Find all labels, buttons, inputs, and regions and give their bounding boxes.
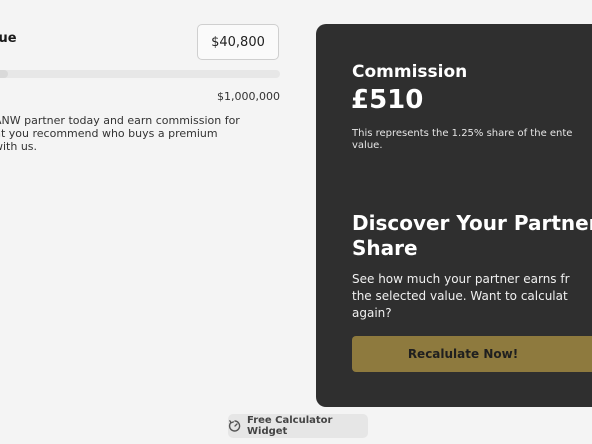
value-heading: lue: [0, 31, 17, 46]
description-line: with us.: [0, 140, 38, 153]
share-note-line: value.: [352, 140, 383, 151]
value-input[interactable]: $40,800: [197, 24, 279, 60]
description-line: ANW partner today and earn commission fo…: [0, 114, 240, 127]
value-slider-fill: [0, 70, 8, 78]
description-line: nt you recommend who buys a premium: [0, 127, 218, 140]
discover-body-line: See how much your partner earns fr: [352, 272, 570, 286]
refresh-gauge-icon: [228, 419, 242, 433]
recalculate-button-label: Recalulate Now!: [407, 347, 519, 361]
slider-max-label: $1,000,000: [217, 90, 280, 103]
recalculate-button[interactable]: Recalulate Now!: [352, 336, 592, 372]
widget-badge[interactable]: Free Calculator Widget: [228, 414, 368, 438]
discover-title-line: Discover Your Partner': [352, 211, 592, 235]
widget-badge-label: Free Calculator Widget: [247, 415, 333, 437]
discover-body-line: again?: [352, 306, 392, 320]
discover-body: See how much your partner earns fr the s…: [352, 271, 592, 322]
discover-body-line: the selected value. Want to calculat: [352, 289, 568, 303]
partner-description: ANW partner today and earn commission fo…: [0, 114, 284, 153]
commission-label: Commission: [352, 62, 468, 82]
share-note-line: This represents the 1.25% share of the e…: [352, 128, 573, 139]
discover-title-line: Share: [352, 236, 418, 260]
commission-amount: £510: [351, 85, 424, 115]
share-note: This represents the 1.25% share of the e…: [352, 128, 592, 152]
discover-title: Discover Your Partner' Share: [352, 211, 592, 261]
value-slider[interactable]: [0, 70, 280, 78]
result-panel: Commission £510 This represents the 1.25…: [316, 24, 592, 407]
